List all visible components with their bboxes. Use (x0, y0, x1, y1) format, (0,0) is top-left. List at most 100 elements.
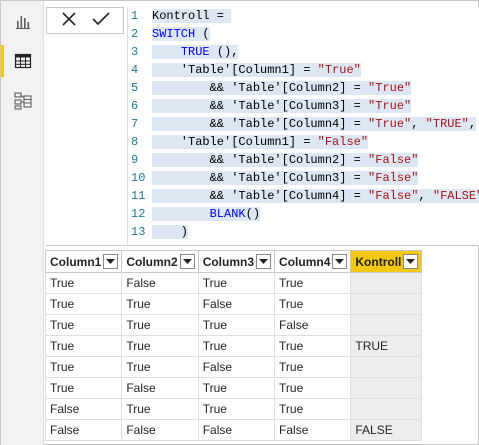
table-cell[interactable]: False (44, 419, 123, 441)
table-cell[interactable] (350, 272, 423, 294)
code-line[interactable]: 7 && 'Table'[Column4] = "True", "TRUE", (128, 115, 479, 133)
code-line[interactable]: 1 Kontroll = (128, 7, 479, 25)
formula-actions (46, 7, 124, 34)
table-cell[interactable]: True (44, 314, 123, 336)
table-cell[interactable]: TRUE (350, 335, 423, 357)
cancel-formula-button[interactable] (57, 10, 81, 32)
table-cell[interactable]: FALSE (350, 419, 423, 441)
table-cell[interactable]: False (44, 398, 123, 420)
view-rail (1, 1, 44, 445)
table-cell[interactable]: True (197, 272, 276, 294)
code-text: && 'Table'[Column2] = "False" (152, 153, 419, 167)
code-text: && 'Table'[Column2] = "True" (152, 81, 412, 95)
code-text: SWITCH ( (152, 27, 210, 41)
code-line[interactable]: 13 ) (128, 223, 479, 241)
filter-dropdown-button[interactable] (103, 254, 119, 269)
table-cell[interactable]: False (197, 419, 276, 441)
code-token: () (245, 207, 261, 221)
code-string: "False" (368, 153, 419, 167)
filter-dropdown-button[interactable] (179, 254, 195, 269)
code-token: 'Table'[Column1] = (152, 135, 318, 149)
line-number: 9 (131, 153, 139, 167)
column-header-column2[interactable]: Column2 (121, 250, 199, 273)
table-cell[interactable]: False (197, 356, 276, 378)
code-token: && 'Table'[Column3] = (152, 171, 369, 185)
code-string: "False" (368, 171, 419, 185)
table-cell[interactable]: True (274, 293, 352, 315)
table-cell[interactable] (350, 398, 423, 420)
table-cell[interactable]: True (121, 293, 199, 315)
table-cell[interactable]: True (121, 356, 199, 378)
table-cell[interactable]: True (274, 272, 352, 294)
column-header-kontroll[interactable]: Kontroll (350, 250, 423, 273)
code-text: && 'Table'[Column3] = "False" (152, 171, 419, 185)
table-cell[interactable] (350, 293, 423, 315)
table-cell[interactable]: True (197, 314, 276, 336)
table-row: True False True True (44, 377, 423, 399)
table-cell[interactable] (350, 377, 423, 399)
table-cell[interactable]: False (274, 314, 352, 336)
table-cell[interactable]: True (274, 377, 352, 399)
code-token: ) (152, 225, 189, 239)
table-row: False True True True (44, 398, 423, 420)
table-cell[interactable]: True (44, 356, 123, 378)
code-text: BLANK() (152, 207, 261, 221)
table-cell[interactable]: True (197, 335, 276, 357)
table-cell[interactable]: True (44, 377, 123, 399)
report-view-button[interactable] (1, 3, 44, 41)
table-cell[interactable]: True (121, 335, 199, 357)
table-header-row: Column1 Column2 Column3 Column4 Kontroll (44, 250, 423, 273)
table-cell[interactable]: False (121, 419, 199, 441)
table-cell[interactable]: False (197, 293, 276, 315)
commit-formula-button[interactable] (89, 10, 113, 32)
code-token: && 'Table'[Column4] = (152, 189, 369, 203)
table-cell[interactable]: True (44, 293, 123, 315)
table-cell[interactable]: True (44, 335, 123, 357)
code-token: 'Table'[Column1] = (152, 63, 318, 77)
table-row: False False False False FALSE (44, 419, 423, 441)
code-line[interactable]: 3 TRUE (), (128, 43, 479, 61)
filter-dropdown-button[interactable] (403, 254, 419, 269)
chevron-down-icon (106, 258, 116, 264)
code-text: ) (152, 225, 189, 239)
code-line[interactable]: 12 BLANK() (128, 205, 479, 223)
chevron-down-icon (259, 258, 269, 264)
code-string: "True" (317, 63, 361, 77)
code-line[interactable]: 6 && 'Table'[Column3] = "True" (128, 97, 479, 115)
table-cell[interactable]: True (197, 398, 276, 420)
table-cell[interactable]: True (197, 377, 276, 399)
table-cell[interactable]: True (274, 356, 352, 378)
code-line[interactable]: 4 'Table'[Column1] = "True" (128, 61, 479, 79)
filter-dropdown-button[interactable] (256, 254, 272, 269)
column-header-column4[interactable]: Column4 (274, 250, 352, 273)
column-header-column1[interactable]: Column1 (44, 250, 123, 273)
code-line[interactable]: 10 && 'Table'[Column3] = "False" (128, 169, 479, 187)
column-header-label: Kontroll (355, 254, 402, 269)
formula-editor[interactable]: 1 Kontroll = 2 SWITCH (3 TRUE (), 4 'Table'… (127, 7, 479, 245)
code-line[interactable]: 8 'Table'[Column1] = "False" (128, 133, 479, 151)
line-number: 7 (131, 117, 139, 131)
chevron-down-icon (406, 258, 416, 264)
table-cell[interactable]: False (274, 419, 352, 441)
filter-dropdown-button[interactable] (332, 254, 348, 269)
table-cell[interactable]: True (274, 335, 352, 357)
table-cell[interactable]: True (121, 314, 199, 336)
data-table: Column1 Column2 Column3 Column4 Kontroll Tru… (44, 250, 423, 441)
table-cell[interactable] (350, 314, 423, 336)
table-cell[interactable]: False (121, 377, 199, 399)
code-line[interactable]: 11 && 'Table'[Column4] = "False", "FALSE… (128, 187, 479, 205)
code-line[interactable]: 5 && 'Table'[Column2] = "True" (128, 79, 479, 97)
code-line[interactable]: 9 && 'Table'[Column2] = "False" (128, 151, 479, 169)
code-line[interactable]: 2 SWITCH ( (128, 25, 479, 43)
code-string: "True" (368, 99, 412, 113)
model-view-button[interactable] (1, 82, 44, 120)
table-cell[interactable] (350, 356, 423, 378)
table-cell[interactable]: True (44, 272, 123, 294)
table-cell[interactable]: False (121, 272, 199, 294)
table-cell[interactable]: True (121, 398, 199, 420)
column-header-column3[interactable]: Column3 (197, 250, 276, 273)
data-view-button[interactable] (1, 42, 44, 80)
line-number: 11 (131, 189, 146, 203)
table-cell[interactable]: True (274, 398, 352, 420)
